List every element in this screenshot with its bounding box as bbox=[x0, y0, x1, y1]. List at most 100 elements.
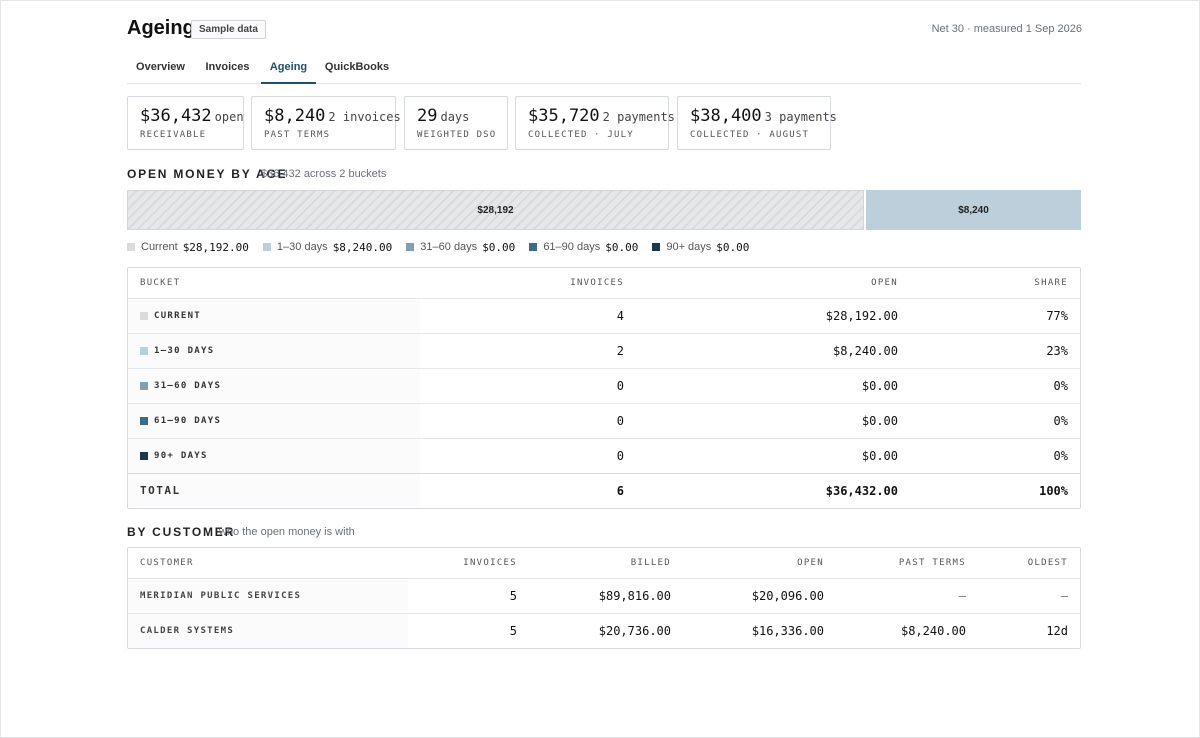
column-header-billed: BILLED bbox=[630, 558, 671, 568]
column-header-bucket: BUCKET bbox=[140, 278, 181, 288]
table-row[interactable]: CURRENT 4 $28,192.00 77% bbox=[128, 298, 1080, 333]
kpi-label: COLLECTED · AUGUST bbox=[690, 130, 810, 140]
legend-amount: $0.00 bbox=[482, 240, 516, 254]
table-row[interactable]: MERIDIAN PUBLIC SERVICES 5 $89,816.00 $2… bbox=[128, 578, 1080, 613]
legend-label: 31–60 days bbox=[420, 241, 478, 253]
kpi-label: PAST TERMS bbox=[264, 130, 331, 140]
kpi-value: $36,432 bbox=[140, 106, 212, 126]
invoices-count: 0 bbox=[616, 449, 624, 463]
past-terms-amount: $8,240.00 bbox=[900, 624, 966, 638]
legend-item-90-plus-days: 90+ days $0.00 bbox=[652, 241, 749, 254]
share-percent: 0% bbox=[1053, 414, 1068, 428]
open-amount: $0.00 bbox=[861, 414, 898, 428]
legend-amount: $28,192.00 bbox=[182, 240, 249, 254]
bucket-label: 31–60 DAYS bbox=[154, 381, 222, 391]
total-label-cell: TOTAL bbox=[128, 474, 420, 507]
bucket-swatch bbox=[140, 382, 148, 390]
invoices-count: 5 bbox=[509, 589, 517, 603]
column-header-customer: CUSTOMER bbox=[140, 558, 194, 568]
bucket-cell: 90+ DAYS bbox=[128, 439, 420, 473]
bar-segment-current[interactable]: $28,192 bbox=[127, 190, 864, 230]
bucket-swatch bbox=[140, 347, 148, 355]
total-row: TOTAL 6 $36,432.00 100% bbox=[128, 473, 1080, 507]
legend-label: 61–90 days bbox=[543, 241, 601, 253]
invoices-count: 5 bbox=[509, 624, 517, 638]
column-header-invoices: INVOICES bbox=[463, 558, 517, 568]
open-amount: $0.00 bbox=[861, 449, 898, 463]
kpi-receivable: $36,432 open RECEIVABLE bbox=[127, 96, 244, 150]
invoices-count: 2 bbox=[616, 344, 624, 358]
tab-invoices[interactable]: Invoices bbox=[198, 50, 257, 84]
customer-section-subtitle: who the open money is with bbox=[219, 526, 355, 538]
column-header-share: SHARE bbox=[1034, 278, 1068, 288]
kpi-unit: 2 invoices bbox=[328, 110, 401, 124]
oldest-age: — bbox=[1060, 589, 1068, 603]
legend-amount: $0.00 bbox=[605, 240, 639, 254]
tab-bar: Overview Invoices Ageing QuickBooks bbox=[127, 50, 1081, 84]
age-legend: Current $28,192.00 1–30 days $8,240.00 3… bbox=[127, 240, 763, 254]
customer-cell: MERIDIAN PUBLIC SERVICES bbox=[128, 579, 408, 613]
legend-amount: $0.00 bbox=[716, 240, 750, 254]
billed-amount: $20,736.00 bbox=[598, 624, 671, 638]
total-open: $36,432.00 bbox=[825, 484, 898, 498]
tab-overview[interactable]: Overview bbox=[127, 50, 194, 84]
column-header-open: OPEN bbox=[871, 278, 898, 288]
table-header-row: BUCKET INVOICES OPEN SHARE bbox=[128, 268, 1080, 298]
age-section-subtitle: $36,432 across 2 buckets bbox=[261, 168, 387, 180]
legend-swatch bbox=[406, 243, 415, 251]
legend-label: Current bbox=[141, 241, 178, 253]
total-share: 100% bbox=[1039, 484, 1068, 498]
bucket-label: 61–90 DAYS bbox=[154, 416, 222, 426]
past-terms-amount: — bbox=[958, 589, 966, 603]
kpi-label: WEIGHTED DSO bbox=[417, 130, 497, 140]
bar-segment-1-30-days[interactable]: $8,240 bbox=[866, 190, 1081, 230]
table-row[interactable]: 31–60 DAYS 0 $0.00 0% bbox=[128, 368, 1080, 403]
share-percent: 0% bbox=[1053, 449, 1068, 463]
tab-quickbooks[interactable]: QuickBooks bbox=[320, 50, 394, 84]
column-header-open: OPEN bbox=[797, 558, 824, 568]
kpi-unit: open bbox=[214, 110, 244, 124]
kpi-collected-august: $38,400 3 payments COLLECTED · AUGUST bbox=[677, 96, 837, 150]
kpi-unit: 3 payments bbox=[764, 110, 837, 124]
kpi-value: $8,240 bbox=[264, 106, 326, 126]
bucket-cell: 61–90 DAYS bbox=[128, 404, 420, 438]
share-percent: 23% bbox=[1046, 344, 1068, 358]
legend-item-current: Current $28,192.00 bbox=[127, 241, 249, 254]
legend-swatch bbox=[262, 243, 271, 251]
kpi-label: RECEIVABLE bbox=[140, 130, 207, 140]
measurement-info: Net 30 · measured 1 Sep 2026 bbox=[931, 23, 1082, 35]
open-amount: $20,096.00 bbox=[751, 589, 824, 603]
kpi-weighted-dso: 29 days WEIGHTED DSO bbox=[404, 96, 508, 150]
open-amount: $8,240.00 bbox=[832, 344, 898, 358]
kpi-unit: 2 payments bbox=[602, 110, 675, 124]
bucket-label: CURRENT bbox=[154, 311, 202, 321]
kpi-collected-july: $35,720 2 payments COLLECTED · JULY bbox=[515, 96, 675, 150]
table-row[interactable]: 61–90 DAYS 0 $0.00 0% bbox=[128, 403, 1080, 438]
customer-name: CALDER SYSTEMS bbox=[140, 626, 235, 636]
table-row[interactable]: 1–30 DAYS 2 $8,240.00 23% bbox=[128, 333, 1080, 368]
kpi-value: 29 bbox=[417, 106, 438, 126]
bucket-cell: CURRENT bbox=[128, 299, 420, 333]
bucket-swatch bbox=[140, 312, 148, 320]
open-amount: $16,336.00 bbox=[751, 624, 824, 638]
bucket-label: 1–30 DAYS bbox=[154, 346, 215, 356]
open-amount: $28,192.00 bbox=[825, 309, 898, 323]
share-percent: 77% bbox=[1046, 309, 1068, 323]
invoices-count: 4 bbox=[616, 309, 624, 323]
customer-cell: CALDER SYSTEMS bbox=[128, 614, 408, 648]
tab-ageing[interactable]: Ageing bbox=[261, 50, 316, 84]
table-row[interactable]: 90+ DAYS 0 $0.00 0% bbox=[128, 438, 1080, 473]
bucket-label: 90+ DAYS bbox=[154, 451, 208, 461]
invoices-count: 0 bbox=[616, 379, 624, 393]
legend-swatch bbox=[127, 243, 135, 251]
legend-item-31-60-days: 31–60 days $0.00 bbox=[406, 241, 515, 254]
legend-label: 1–30 days bbox=[276, 241, 328, 253]
share-percent: 0% bbox=[1053, 379, 1068, 393]
oldest-age: 12d bbox=[1046, 624, 1068, 638]
bucket-swatch bbox=[140, 417, 148, 425]
table-row[interactable]: CALDER SYSTEMS 5 $20,736.00 $16,336.00 $… bbox=[128, 613, 1080, 648]
kpi-value: $35,720 bbox=[528, 106, 600, 126]
legend-label: 90+ days bbox=[666, 241, 712, 253]
kpi-unit: days bbox=[440, 110, 470, 124]
billed-amount: $89,816.00 bbox=[598, 589, 671, 603]
